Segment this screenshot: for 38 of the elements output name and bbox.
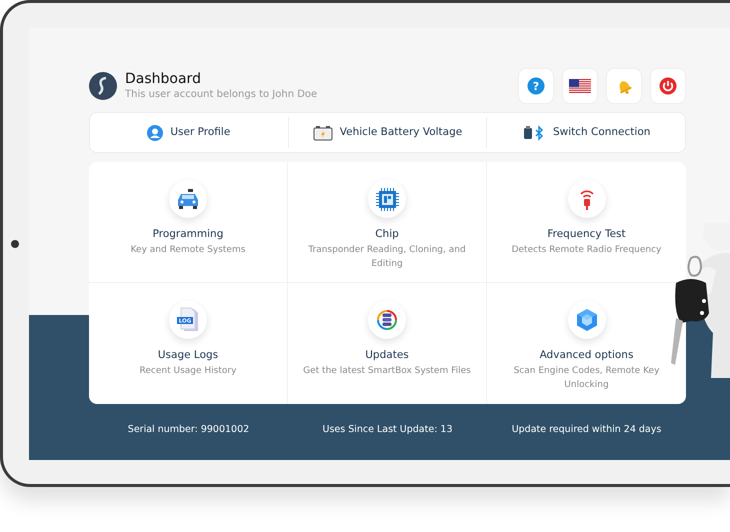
tile-description: Key and Remote Systems [130,244,246,257]
menu-tile[interactable]: Programming Key and Remote Systems [89,162,288,283]
flag-button[interactable] [562,68,598,104]
power-button[interactable] [650,68,686,104]
account-owner-text: This user account belongs to John Doe [125,88,318,101]
menu-tile[interactable]: Frequency Test Detects Remote Radio Frequency [487,162,686,283]
tile-description: Detects Remote Radio Frequency [512,244,662,257]
camera-dot [11,240,19,248]
battery-voltage-tab[interactable]: Vehicle Battery Voltage [288,113,486,152]
tile-description: Transponder Reading, Cloning, and Editing [307,244,467,271]
tile-title: Chip [375,227,399,242]
database-sync-icon [374,307,400,333]
status-text: Serial number: 99001002 [126,423,250,437]
power-icon [659,77,677,95]
tile-title: Usage Logs [158,348,218,363]
menu-tile[interactable]: Advanced options Scan Engine Codes, Remote Key Unlocking [487,283,686,404]
chip-icon [374,186,400,212]
logo-icon [89,72,117,100]
page-title: Dashboard [125,71,202,88]
help-icon: ? [527,77,545,95]
menu-tile[interactable]: Updates Get the latest SmartBox System Files [288,283,487,404]
flag-icon [569,78,591,94]
status-text: Update required within 24 days [510,423,662,437]
user-profile-tab[interactable]: User Profile [90,113,288,152]
tile-title: Programming [152,227,224,242]
tile-title: Frequency Test [547,227,626,242]
menu-tile[interactable]: Chip Transponder Reading, Cloning, and Editing [288,162,487,283]
tile-title: Advanced options [540,348,634,363]
tile-description: Get the latest SmartBox System Files [303,364,471,378]
user-icon [147,124,164,140]
car-icon [175,188,201,210]
battery-icon [312,124,333,140]
tile-description: Recent Usage History [140,364,236,378]
usb-bluetooth-icon [522,124,546,140]
tile-title: Updates [365,348,409,363]
status-text: Uses Since Last Update: 13 [321,423,454,437]
connection-tab[interactable]: Switch Connection [487,113,686,152]
tile-description: Scan Engine Codes, Remote Key Unlocking [512,364,660,392]
